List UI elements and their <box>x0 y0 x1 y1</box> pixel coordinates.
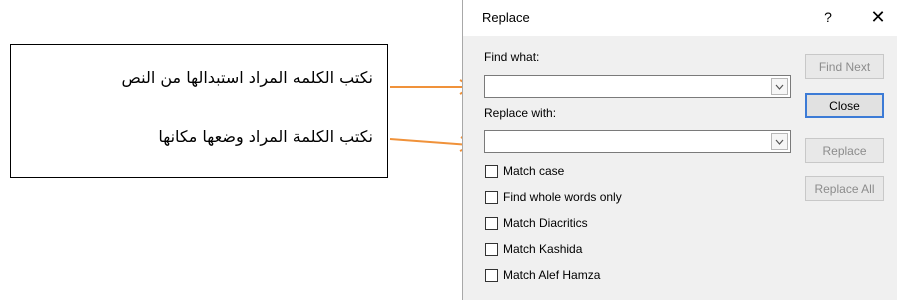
find-what-input[interactable] <box>487 78 767 95</box>
arrow-to-find <box>390 79 474 95</box>
match-diacritics-checkbox[interactable] <box>485 216 498 230</box>
match-case-checkbox[interactable] <box>485 164 498 178</box>
option-whole-words[interactable]: Find whole words only <box>485 189 622 205</box>
match-diacritics-label: Match Diacritics <box>503 216 588 230</box>
whole-words-checkbox[interactable] <box>485 190 498 204</box>
find-next-button[interactable]: Find Next <box>805 54 884 79</box>
replace-with-label: Replace with: <box>484 106 557 120</box>
match-kashida-checkbox[interactable] <box>485 242 498 256</box>
annotation-box: نكتب الكلمه المراد استبدالها من النص نكت… <box>10 44 388 178</box>
chevron-down-icon <box>775 139 784 145</box>
option-match-alef-hamza[interactable]: Match Alef Hamza <box>485 267 600 283</box>
find-dropdown-button[interactable] <box>771 78 788 95</box>
match-case-label: Match case <box>503 164 565 178</box>
close-button[interactable]: Close <box>805 93 884 118</box>
option-match-kashida[interactable]: Match Kashida <box>485 241 582 257</box>
annotation-find: نكتب الكلمه المراد استبدالها من النص <box>121 68 373 87</box>
match-kashida-label: Match Kashida <box>503 242 583 256</box>
match-alef-hamza-label: Match Alef Hamza <box>503 268 601 282</box>
close-icon[interactable]: ✕ <box>868 7 888 28</box>
replace-dialog: Replace ? ✕ Find what: Replace with: Fin… <box>462 0 897 300</box>
whole-words-label: Find whole words only <box>503 190 622 204</box>
replace-with-input[interactable] <box>487 133 767 150</box>
find-what-combobox[interactable] <box>484 75 791 98</box>
option-match-case[interactable]: Match case <box>485 163 564 179</box>
match-alef-hamza-checkbox[interactable] <box>485 268 498 282</box>
arrow-to-replace <box>389 136 476 152</box>
replace-button[interactable]: Replace <box>805 138 884 163</box>
chevron-down-icon <box>775 84 784 90</box>
replace-all-button[interactable]: Replace All <box>805 176 884 201</box>
dialog-title: Replace <box>482 10 530 25</box>
title-bar: Replace ? ✕ <box>463 0 897 36</box>
option-match-diacritics[interactable]: Match Diacritics <box>485 215 588 231</box>
annotation-replace: نكتب الكلمة المراد وضعها مكانها <box>158 127 373 146</box>
replace-dropdown-button[interactable] <box>771 133 788 150</box>
help-icon[interactable]: ? <box>818 9 838 25</box>
find-what-label: Find what: <box>484 50 540 64</box>
replace-with-combobox[interactable] <box>484 130 791 153</box>
